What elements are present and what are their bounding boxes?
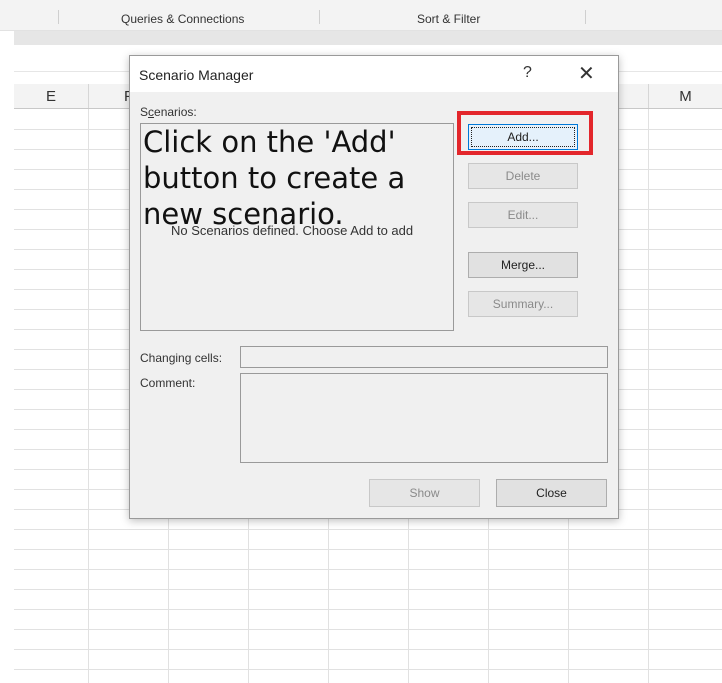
scenarios-label: Scenarios: [140, 105, 197, 119]
grid-line [14, 529, 722, 530]
ribbon-separator [319, 10, 320, 24]
summary-button[interactable]: Summary... [468, 291, 578, 317]
changing-cells-label: Changing cells: [140, 351, 223, 365]
ribbon: Queries & Connections Sort & Filter [0, 0, 722, 31]
ribbon-separator [585, 10, 586, 24]
comment-field [240, 373, 608, 463]
show-button[interactable]: Show [369, 479, 480, 507]
close-icon[interactable]: ✕ [578, 61, 595, 86]
grid-line [14, 589, 722, 590]
grid-line [88, 109, 89, 683]
ribbon-group-sort-filter[interactable]: Sort & Filter [417, 12, 480, 26]
scenarios-label-part: S [140, 105, 149, 119]
scenario-manager-dialog: Scenario Manager ? ✕ Scenarios: No Scena… [129, 55, 619, 519]
instruction-overlay-text: Click on the 'Add' button to create a ne… [143, 125, 406, 231]
grid-line [14, 609, 722, 610]
close-button[interactable]: Close [496, 479, 607, 507]
highlight-box [457, 111, 593, 155]
merge-button[interactable]: Merge... [468, 252, 578, 278]
grid-line [14, 629, 722, 630]
grid-line [14, 549, 722, 550]
column-header-m[interactable]: M [649, 84, 722, 108]
comment-label: Comment: [140, 376, 196, 390]
grid-line [14, 669, 722, 670]
delete-button[interactable]: Delete [468, 163, 578, 189]
scenarios-list[interactable]: No Scenarios defined. Choose Add to add … [140, 123, 454, 331]
grid-line [14, 569, 722, 570]
dialog-title: Scenario Manager [139, 67, 254, 83]
help-icon[interactable]: ? [523, 64, 532, 82]
column-header-e[interactable]: E [14, 84, 89, 108]
edit-button[interactable]: Edit... [468, 202, 578, 228]
grid-line [648, 109, 649, 683]
changing-cells-field [240, 346, 608, 368]
scenarios-label-part: enarios: [154, 105, 197, 119]
ribbon-collapse-strip [14, 31, 722, 45]
ribbon-separator [58, 10, 59, 24]
ribbon-group-queries-connections[interactable]: Queries & Connections [121, 12, 244, 26]
dialog-titlebar[interactable]: Scenario Manager ? ✕ [130, 56, 618, 92]
grid-line [14, 649, 722, 650]
